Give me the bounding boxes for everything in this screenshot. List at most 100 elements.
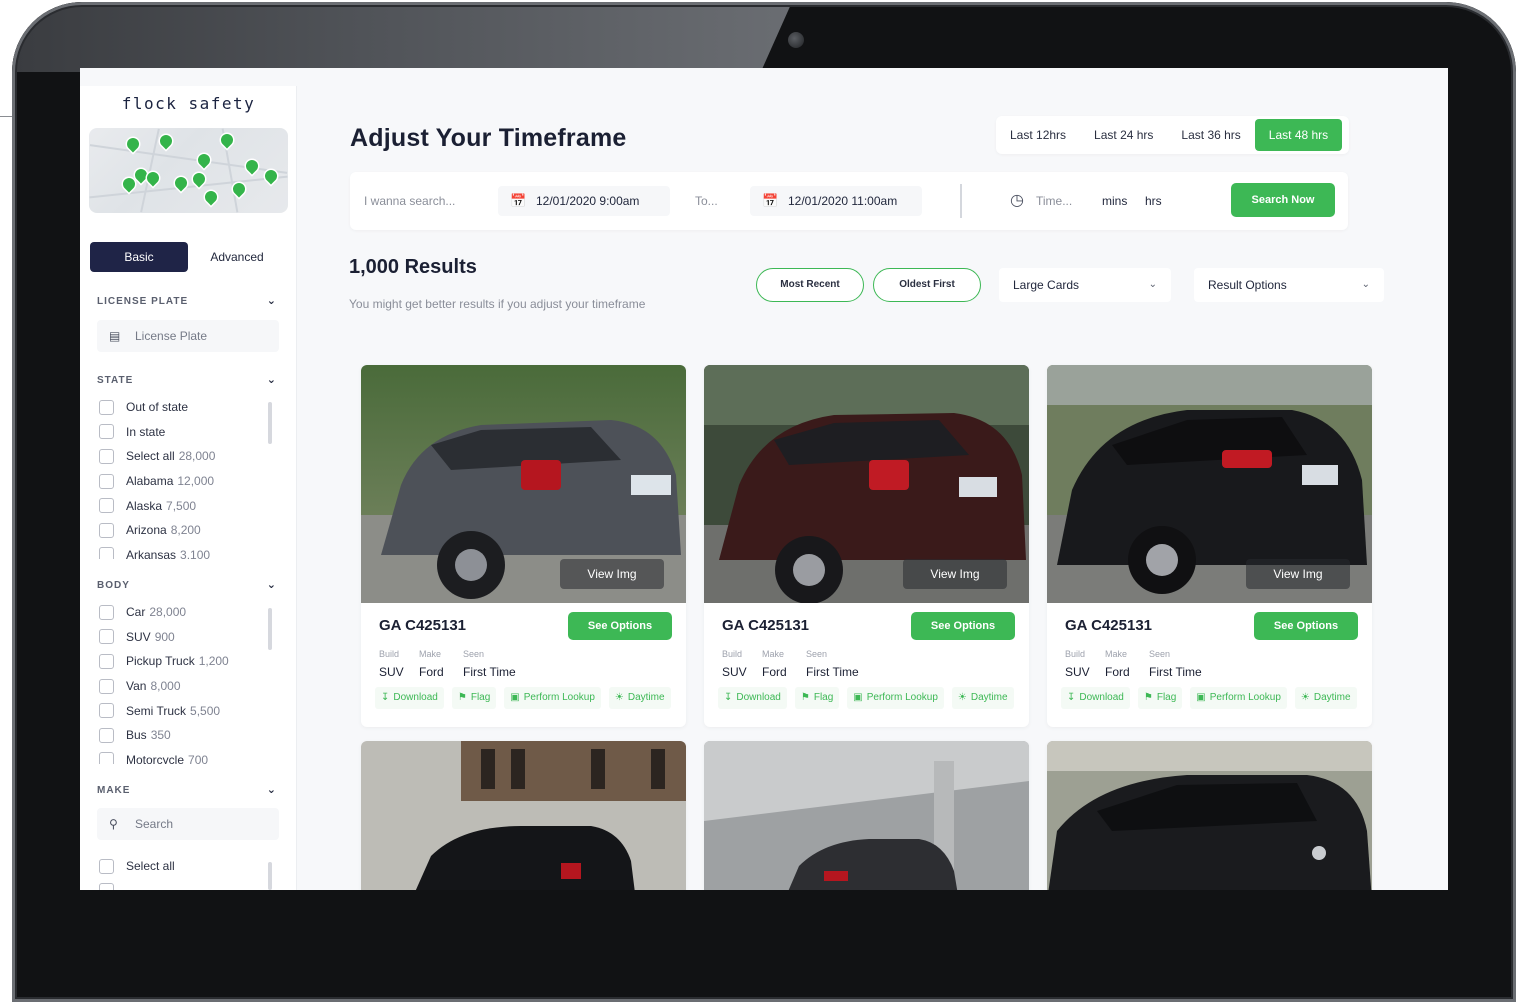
vehicle-photo[interactable] — [1047, 741, 1372, 890]
checkbox[interactable] — [99, 752, 114, 764]
checkbox[interactable] — [99, 498, 114, 514]
make-section-toggle[interactable]: MAKE ⌄ — [97, 784, 277, 799]
state-option[interactable]: Out of state — [99, 395, 279, 420]
body-option[interactable]: Motorcycle 700 — [99, 748, 279, 764]
perform-lookup-button[interactable]: ▣ Perform Lookup — [1190, 687, 1287, 709]
vehicle-card[interactable] — [1047, 741, 1372, 890]
tab-advanced[interactable]: Advanced — [188, 242, 286, 272]
body-option[interactable]: Semi Truck 5,500 — [99, 698, 279, 723]
view-image-button[interactable]: View Img — [903, 559, 1007, 589]
checkbox[interactable] — [99, 727, 114, 743]
download-icon: ↧ — [724, 692, 733, 703]
vehicle-card[interactable] — [704, 741, 1029, 890]
checkbox[interactable] — [99, 522, 114, 538]
state-scrollbar[interactable] — [268, 402, 272, 444]
make-option[interactable] — [99, 879, 279, 890]
vehicle-photo[interactable] — [704, 741, 1029, 890]
checkbox[interactable] — [99, 399, 114, 415]
license-plate-section-toggle[interactable]: LICENSE PLATE ⌄ — [97, 295, 277, 310]
vehicle-photo[interactable] — [361, 741, 686, 890]
body-option[interactable]: SUV 900 — [99, 625, 279, 650]
see-options-button[interactable]: See Options — [911, 612, 1015, 640]
map-pin-icon[interactable] — [195, 151, 213, 169]
flag-button[interactable]: ⚑ Flag — [451, 687, 497, 709]
tab-basic[interactable]: Basic — [90, 242, 188, 272]
state-option[interactable]: Select all 28,000 — [99, 444, 279, 469]
range-36hrs[interactable]: Last 36 hrs — [1167, 119, 1254, 151]
map-pin-icon[interactable] — [243, 157, 261, 175]
body-scrollbar[interactable] — [268, 608, 272, 650]
map-pin-icon[interactable] — [157, 132, 175, 150]
filter-mode-tabs: Basic Advanced — [90, 242, 287, 272]
state-section-toggle[interactable]: STATE ⌄ — [97, 374, 277, 389]
checkbox[interactable] — [99, 473, 114, 489]
range-24hrs[interactable]: Last 24 hrs — [1080, 119, 1167, 151]
perform-lookup-button[interactable]: ▣ Perform Lookup — [847, 687, 944, 709]
sort-oldest-first-button[interactable]: Oldest First — [873, 268, 981, 302]
vehicle-photo[interactable]: View Img — [704, 365, 1029, 603]
map-pin-icon[interactable] — [218, 131, 236, 149]
range-12hrs[interactable]: Last 12hrs — [996, 119, 1080, 151]
perform-lookup-button[interactable]: ▣ Perform Lookup — [504, 687, 601, 709]
flag-button[interactable]: ⚑ Flag — [1137, 687, 1183, 709]
body-section-toggle[interactable]: BODY ⌄ — [97, 579, 277, 594]
from-date-picker[interactable]: 📅 12/01/2020 9:00am — [498, 186, 670, 216]
make-search-input[interactable]: ⚲ Search — [97, 808, 279, 840]
hrs-unit[interactable]: hrs — [1145, 186, 1162, 216]
flag-button[interactable]: ⚑ Flag — [794, 687, 840, 709]
make-scrollbar[interactable] — [268, 862, 272, 890]
checkbox[interactable] — [99, 448, 114, 464]
map-pin-icon[interactable] — [202, 188, 220, 206]
search-input[interactable]: I wanna search... — [364, 186, 494, 216]
checkbox[interactable] — [99, 703, 114, 719]
search-now-button[interactable]: Search Now — [1231, 183, 1335, 217]
sort-most-recent-button[interactable]: Most Recent — [756, 268, 864, 302]
state-option[interactable]: Arkansas 3,100 — [99, 543, 279, 559]
make-option[interactable]: Select all — [99, 854, 279, 879]
body-option[interactable]: Pickup Truck 1,200 — [99, 649, 279, 674]
checkbox[interactable] — [99, 858, 114, 874]
checkbox[interactable] — [99, 604, 114, 620]
vehicle-photo[interactable]: View Img — [1047, 365, 1372, 603]
see-options-button[interactable]: See Options — [568, 612, 672, 640]
daytime-button[interactable]: ☀ Daytime — [608, 687, 671, 709]
state-option[interactable]: Alabama 12,000 — [99, 469, 279, 494]
vehicle-card[interactable]: View Img GA C425131 See Options Build Ma… — [704, 365, 1029, 727]
checkbox[interactable] — [99, 629, 114, 645]
view-image-button[interactable]: View Img — [560, 559, 664, 589]
calendar-icon: 📅 — [510, 193, 527, 208]
download-icon: ↧ — [1067, 692, 1076, 703]
body-option[interactable]: Bus 350 — [99, 723, 279, 748]
location-map[interactable] — [89, 128, 288, 213]
vehicle-card[interactable]: View Img GA C425131 See Options Build Ma… — [1047, 365, 1372, 727]
checkbox[interactable] — [99, 653, 114, 669]
state-option[interactable]: In state — [99, 420, 279, 445]
view-mode-select[interactable]: Large Cards ⌄ — [999, 268, 1171, 302]
body-heading: BODY — [97, 580, 130, 591]
download-button[interactable]: ↧ Download — [375, 687, 444, 709]
daytime-button[interactable]: ☀ Daytime — [1294, 687, 1357, 709]
timeframe-selector: Last 12hrs Last 24 hrs Last 36 hrs Last … — [996, 116, 1349, 154]
view-image-button[interactable]: View Img — [1246, 559, 1350, 589]
daytime-button[interactable]: ☀ Daytime — [951, 687, 1014, 709]
see-options-button[interactable]: See Options — [1254, 612, 1358, 640]
download-button[interactable]: ↧ Download — [1061, 687, 1130, 709]
state-option[interactable]: Alaska 7,500 — [99, 493, 279, 518]
results-hint: You might get better results if you adju… — [349, 297, 646, 311]
mins-unit[interactable]: mins — [1102, 186, 1127, 216]
body-option[interactable]: Van 8,000 — [99, 674, 279, 699]
checkbox[interactable] — [99, 424, 114, 440]
license-plate-input[interactable]: ▤ License Plate — [97, 320, 279, 352]
checkbox[interactable] — [99, 678, 114, 694]
to-date-picker[interactable]: 📅 12/01/2020 11:00am — [750, 186, 922, 216]
checkbox[interactable] — [99, 883, 114, 890]
download-button[interactable]: ↧ Download — [718, 687, 787, 709]
vehicle-card[interactable] — [361, 741, 686, 890]
range-48hrs[interactable]: Last 48 hrs — [1254, 119, 1343, 151]
vehicle-photo[interactable]: View Img — [361, 365, 686, 603]
checkbox[interactable] — [99, 547, 114, 559]
state-option[interactable]: Arizona 8,200 — [99, 518, 279, 543]
vehicle-card[interactable]: View Img GA C425131 See Options Build Ma… — [361, 365, 686, 727]
body-option[interactable]: Car 28,000 — [99, 600, 279, 625]
result-options-select[interactable]: Result Options ⌄ — [1194, 268, 1384, 302]
